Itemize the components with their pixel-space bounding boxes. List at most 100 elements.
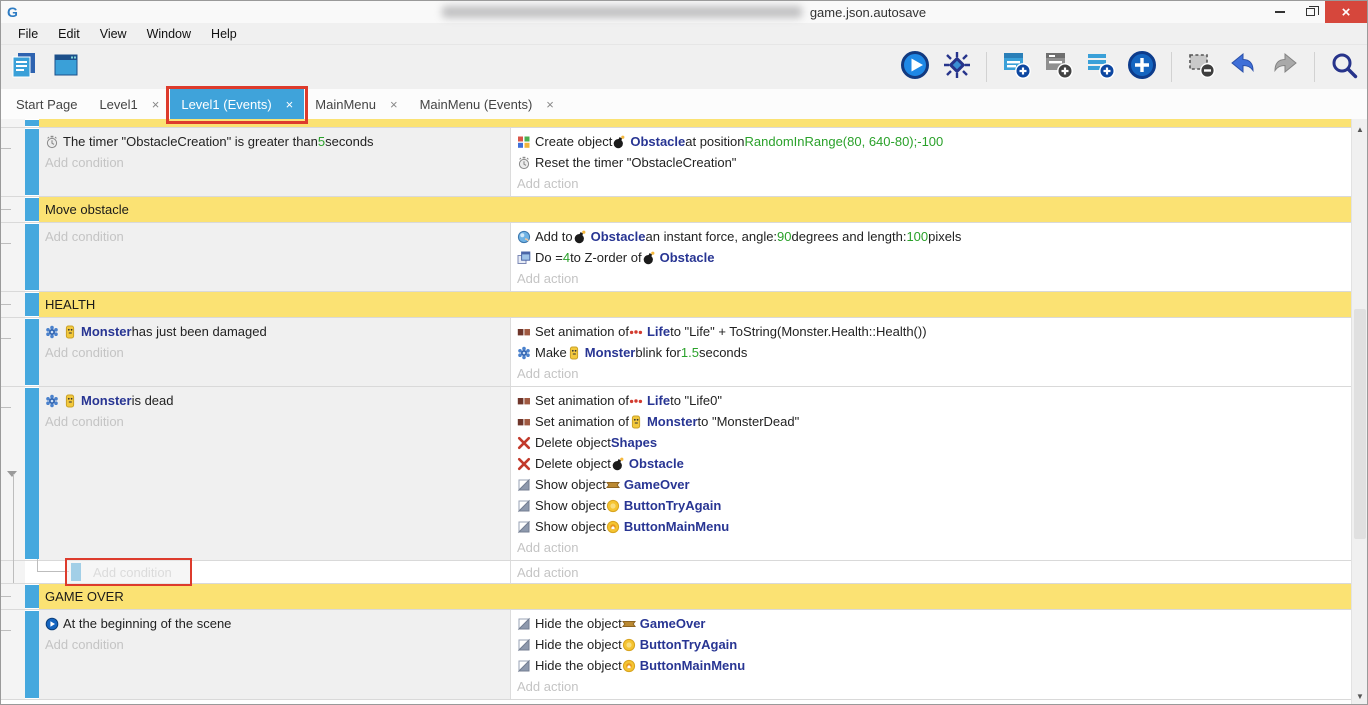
action-line[interactable]: Set animation of Life to "Life" + ToStri…	[517, 321, 1351, 342]
menu-help[interactable]: Help	[202, 25, 246, 43]
actions-cell[interactable]: Set animation of Life to "Life0"Set anim…	[511, 387, 1351, 560]
scroll-up-arrow[interactable]: ▲	[1352, 121, 1367, 137]
text-segment: to "MonsterDead"	[698, 411, 800, 432]
comment-row[interactable]: Move obstacle	[1, 197, 1351, 223]
action-line[interactable]: Show object ButtonMainMenu	[517, 516, 1351, 537]
add-event-icon	[1001, 50, 1031, 85]
add-condition-button[interactable]: Add condition	[45, 411, 510, 432]
event-selection-bar[interactable]	[25, 120, 39, 126]
event-selection-bar[interactable]	[25, 611, 39, 698]
conditions-cell[interactable]: At the beginning of the sceneAdd conditi…	[39, 610, 511, 699]
event-selection-bar[interactable]	[25, 198, 39, 221]
actions-cell[interactable]: Set animation of Life to "Life" + ToStri…	[511, 318, 1351, 386]
text-segment: Delete object	[535, 453, 611, 474]
collapse-triangle-icon[interactable]	[7, 471, 17, 477]
scene-editor-button[interactable]	[49, 50, 83, 84]
menu-window[interactable]: Window	[138, 25, 200, 43]
action-line[interactable]: Show object GameOver	[517, 474, 1351, 495]
add-condition-button[interactable]: Add condition	[45, 634, 510, 655]
vertical-scrollbar[interactable]: ▲ ▼	[1351, 119, 1367, 704]
action-line[interactable]: Do = 4 to Z-order of Obstacle	[517, 247, 1351, 268]
scroll-down-arrow[interactable]: ▼	[1352, 688, 1367, 704]
event-selection-bar[interactable]	[25, 224, 39, 290]
subevent-row[interactable]: Add condition Add action	[1, 561, 1351, 584]
conditions-cell[interactable]: Monster has just been damagedAdd conditi…	[39, 318, 511, 386]
action-line[interactable]: Create object Obstacle at position Rando…	[517, 131, 1351, 152]
condition-line[interactable]: Monster is dead	[45, 390, 510, 411]
animation-icon	[517, 325, 531, 339]
delete-event-button[interactable]	[1184, 50, 1218, 84]
action-line[interactable]: Reset the timer "ObstacleCreation"	[517, 152, 1351, 173]
search-button[interactable]	[1327, 50, 1361, 84]
debug-button[interactable]	[940, 50, 974, 84]
action-line[interactable]: Make Monster blink for 1.5 seconds	[517, 342, 1351, 363]
action-line[interactable]: Set animation of Life to "Life0"	[517, 390, 1351, 411]
redo-button[interactable]	[1268, 50, 1302, 84]
tab-level1-events-[interactable]: Level1 (Events) ×	[170, 89, 304, 119]
minimize-button[interactable]	[1265, 1, 1295, 23]
add-event-button[interactable]	[999, 50, 1033, 84]
add-condition-button[interactable]: Add condition	[45, 152, 510, 173]
add-action-button[interactable]: Add action	[517, 537, 1351, 558]
event-selection-bar[interactable]	[25, 129, 39, 195]
event-selection-bar[interactable]	[25, 585, 39, 608]
close-button[interactable]: ×	[1325, 1, 1367, 23]
condition-line[interactable]: The timer "ObstacleCreation" is greater …	[45, 131, 510, 152]
tab-close-icon[interactable]: ×	[152, 97, 160, 112]
actions-cell[interactable]: Add action	[511, 561, 1351, 583]
scrollbar-thumb[interactable]	[1354, 309, 1366, 539]
actions-cell[interactable]: Create object Obstacle at position Rando…	[511, 128, 1351, 196]
subevent-condition-cell[interactable]: Add condition	[25, 561, 511, 583]
action-line[interactable]: Hide the object GameOver	[517, 613, 1351, 634]
tab-level1[interactable]: Level1×	[88, 89, 170, 119]
action-line[interactable]: Delete object Obstacle	[517, 453, 1351, 474]
action-line[interactable]: Hide the object ButtonMainMenu	[517, 655, 1351, 676]
tab-mainmenu-events-[interactable]: MainMenu (Events)×	[409, 89, 565, 119]
add-other-button[interactable]	[1125, 50, 1159, 84]
menu-view[interactable]: View	[91, 25, 136, 43]
actions-cell[interactable]: Hide the object GameOverHide the object …	[511, 610, 1351, 699]
events-tree-gutter	[1, 292, 25, 317]
action-line[interactable]: Set animation of Monster to "MonsterDead…	[517, 411, 1351, 432]
add-action-button[interactable]: Add action	[517, 676, 1351, 697]
tab-close-icon[interactable]: ×	[390, 97, 398, 112]
restore-button[interactable]	[1295, 1, 1325, 23]
action-line[interactable]: Delete object Shapes	[517, 432, 1351, 453]
tab-label: Level1 (Events)	[181, 97, 271, 112]
add-condition-button[interactable]: Add condition	[45, 226, 510, 247]
conditions-cell[interactable]: Monster is deadAdd condition	[39, 387, 511, 560]
add-action-button[interactable]: Add action	[517, 363, 1351, 384]
play-button[interactable]	[898, 50, 932, 84]
actions-cell[interactable]: Add to Obstacle an instant force, angle:…	[511, 223, 1351, 291]
add-comment-button[interactable]	[1083, 50, 1117, 84]
add-subevent-button[interactable]	[1041, 50, 1075, 84]
menu-file[interactable]: File	[9, 25, 47, 43]
tab-mainmenu[interactable]: MainMenu×	[304, 89, 408, 119]
tab-close-icon[interactable]: ×	[546, 97, 554, 112]
event-selection-bar[interactable]	[25, 388, 39, 559]
conditions-cell[interactable]: Add condition	[39, 223, 511, 291]
add-action-button[interactable]: Add action	[517, 173, 1351, 194]
project-manager-icon	[9, 50, 39, 85]
add-action-button[interactable]: Add action	[517, 562, 1351, 583]
action-line[interactable]: Hide the object ButtonTryAgain	[517, 634, 1351, 655]
action-line[interactable]: Add to Obstacle an instant force, angle:…	[517, 226, 1351, 247]
add-condition-button[interactable]: Add condition	[45, 342, 510, 363]
app-logo-icon: G	[7, 3, 18, 21]
tab-start-page[interactable]: Start Page	[5, 89, 88, 119]
object-name: Life	[647, 321, 670, 342]
menu-edit[interactable]: Edit	[49, 25, 89, 43]
condition-line[interactable]: At the beginning of the scene	[45, 613, 510, 634]
tab-close-icon[interactable]: ×	[286, 97, 294, 112]
event-selection-bar[interactable]	[25, 293, 39, 316]
condition-line[interactable]: Monster has just been damaged	[45, 321, 510, 342]
event-selection-bar[interactable]	[25, 319, 39, 385]
conditions-cell[interactable]: The timer "ObstacleCreation" is greater …	[39, 128, 511, 196]
object-name: GameOver	[640, 613, 706, 634]
comment-row[interactable]: HEALTH	[1, 292, 1351, 318]
undo-button[interactable]	[1226, 50, 1260, 84]
action-line[interactable]: Show object ButtonTryAgain	[517, 495, 1351, 516]
comment-row[interactable]: GAME OVER	[1, 584, 1351, 610]
add-action-button[interactable]: Add action	[517, 268, 1351, 289]
project-manager-button[interactable]	[7, 50, 41, 84]
